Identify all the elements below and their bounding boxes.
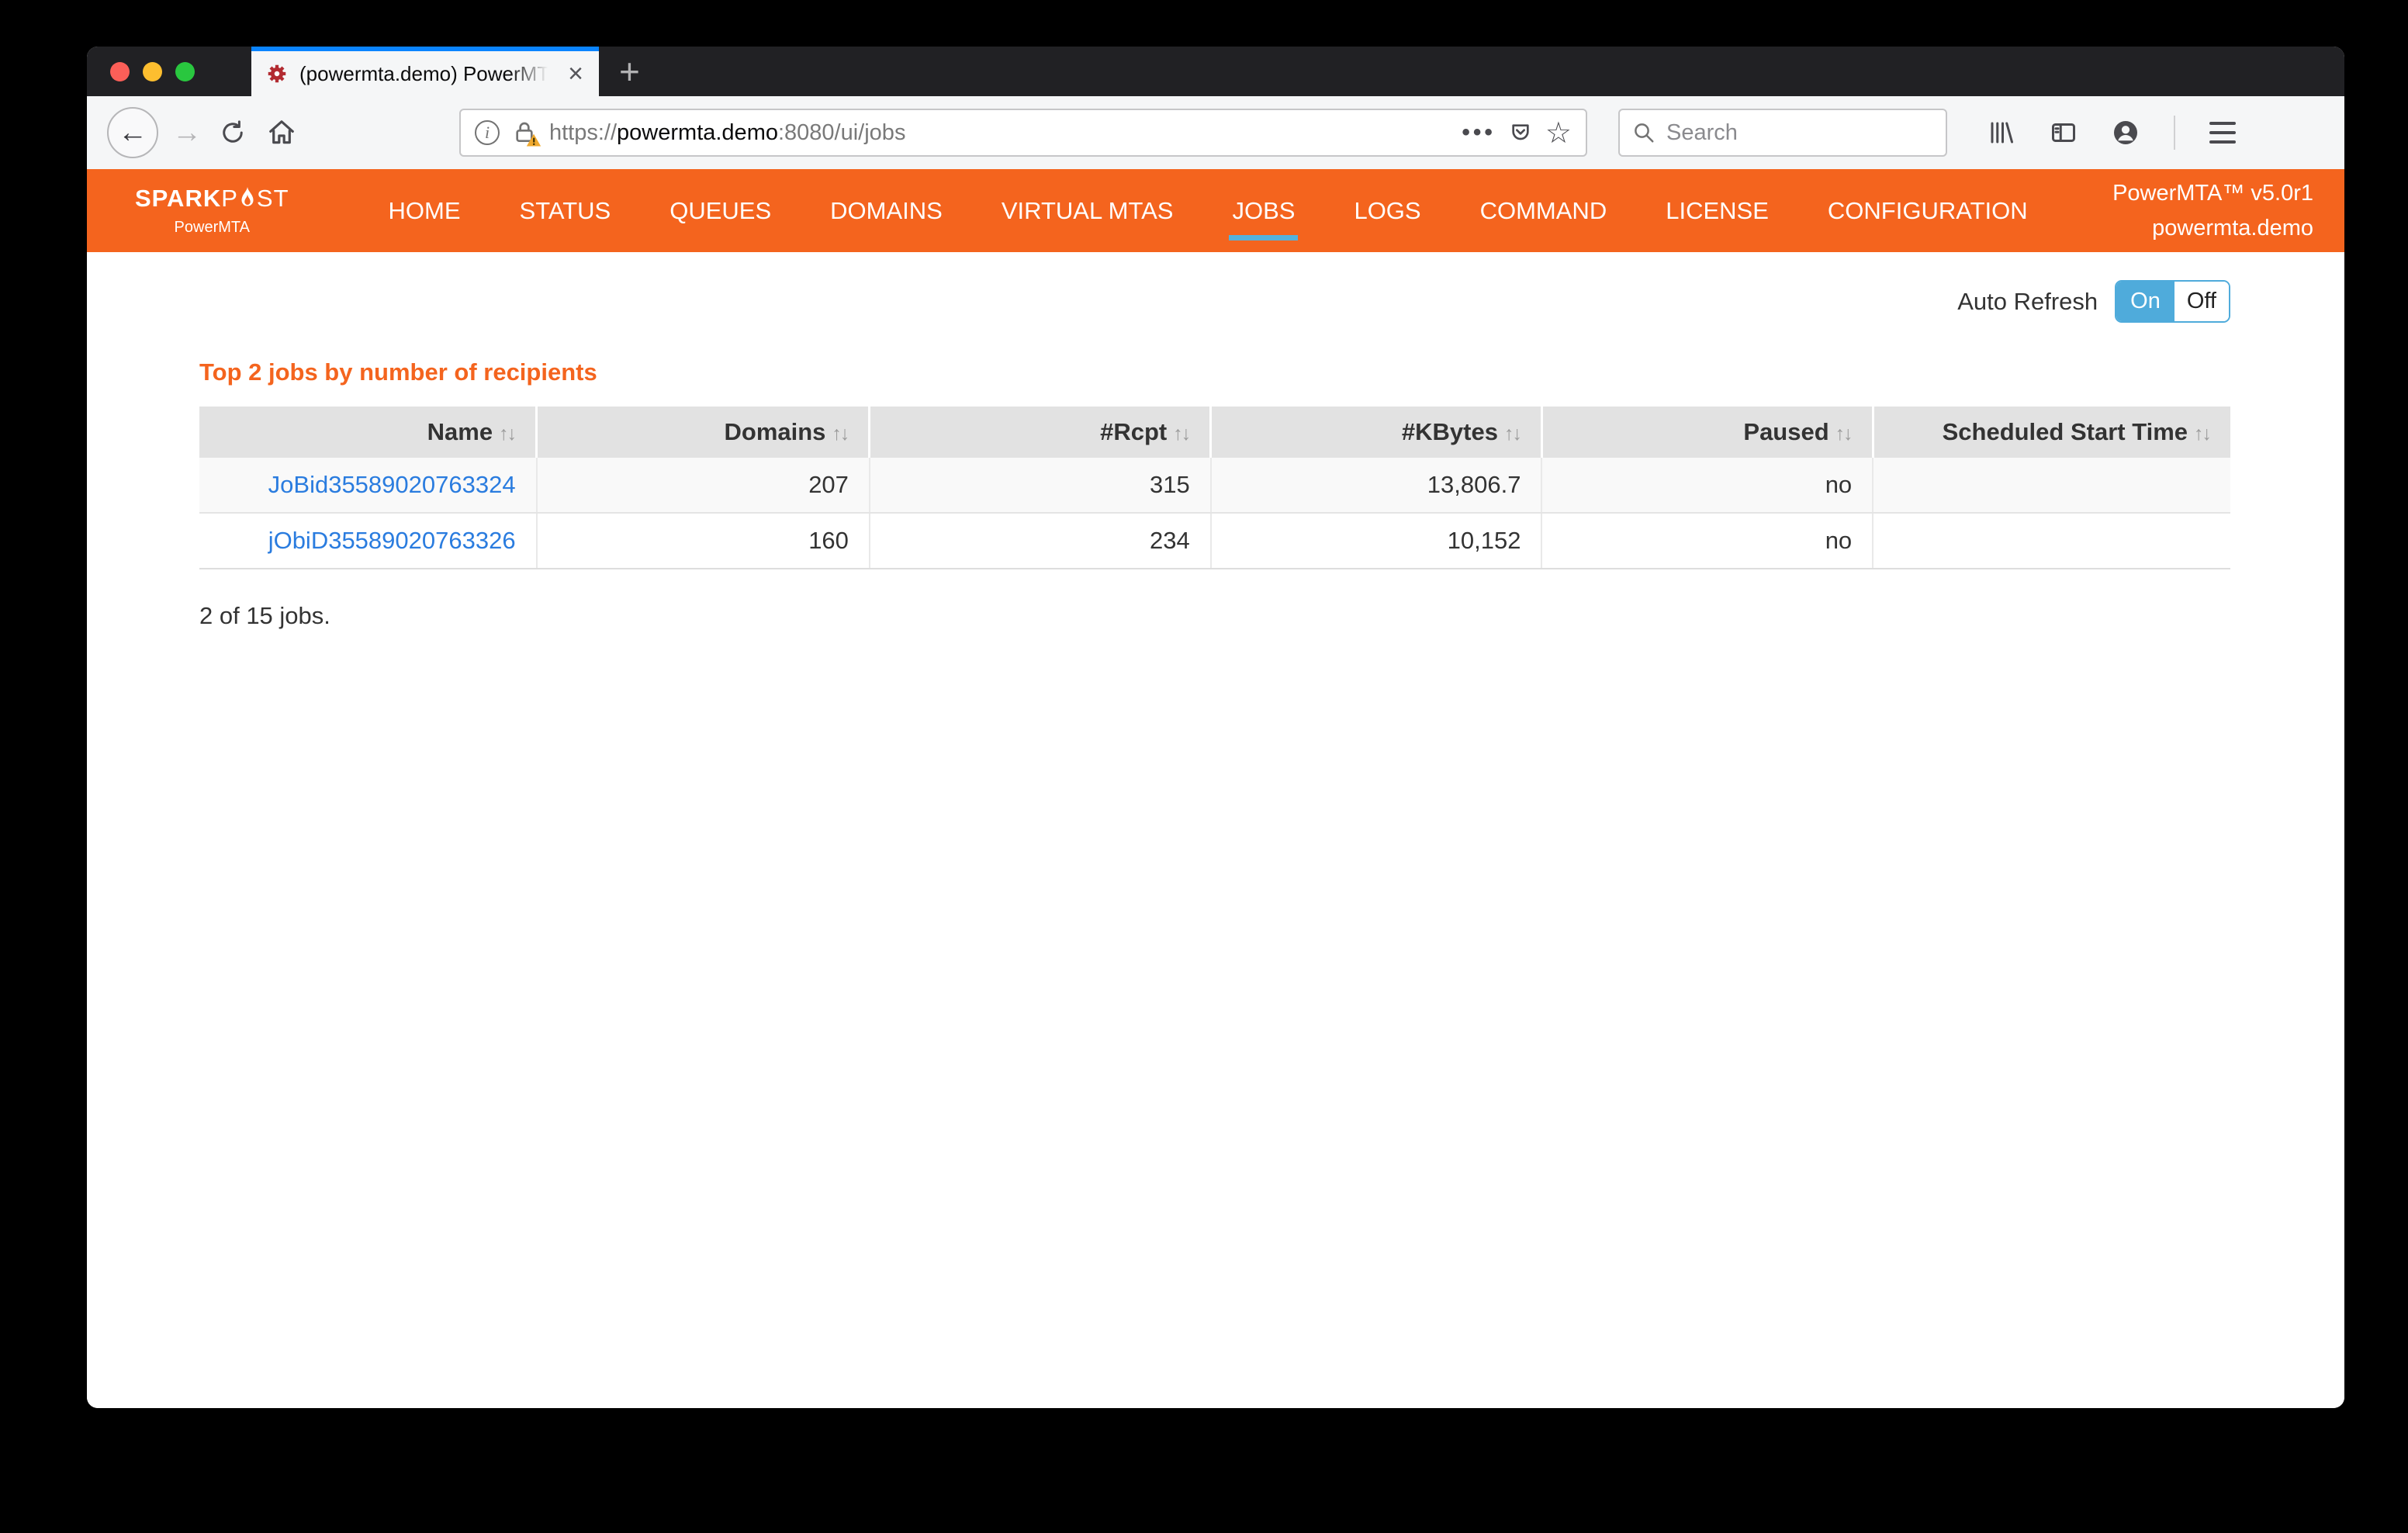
minimize-window-button[interactable] bbox=[143, 62, 162, 81]
job-name-cell: JoBid35589020763324 bbox=[199, 458, 537, 513]
sort-icon[interactable]: ↑↓ bbox=[1173, 423, 1189, 445]
brand-tail: ST bbox=[257, 185, 289, 213]
tab-bar: (powermta.demo) PowerMTA Web × + bbox=[87, 47, 2344, 96]
sort-icon[interactable]: ↑↓ bbox=[832, 423, 848, 445]
url-bar[interactable]: i https://powermta.demo:8080/ui/jobs ••• bbox=[459, 109, 1587, 157]
job-paused-cell: no bbox=[1541, 513, 1873, 569]
sidebar-icon[interactable] bbox=[2050, 119, 2078, 147]
column-header-kbytes[interactable]: #KBytes↑↓ bbox=[1211, 407, 1542, 458]
nav-item-virtual-mtas[interactable]: VIRTUAL MTAS bbox=[1002, 197, 1174, 225]
auto-refresh-off-button[interactable]: Off bbox=[2174, 282, 2229, 321]
url-scheme: https:// bbox=[549, 120, 617, 145]
column-header-paused[interactable]: Paused↑↓ bbox=[1541, 407, 1873, 458]
brand-bold: SPARK bbox=[135, 185, 221, 213]
auto-refresh-toggle: On Off bbox=[2115, 280, 2230, 323]
powermta-favicon-icon bbox=[265, 62, 289, 85]
column-header-scheduled-start-time[interactable]: Scheduled Start Time↑↓ bbox=[1873, 407, 2230, 458]
account-icon[interactable] bbox=[2112, 119, 2140, 147]
nav-item-queues[interactable]: QUEUES bbox=[669, 197, 771, 225]
job-kbytes-cell: 10,152 bbox=[1211, 513, 1542, 569]
page-title: Top 2 jobs by number of recipients bbox=[199, 358, 2230, 386]
search-bar[interactable] bbox=[1618, 109, 1947, 157]
zoom-window-button[interactable] bbox=[175, 62, 195, 81]
url-host: powermta.demo bbox=[617, 120, 778, 145]
window-controls bbox=[87, 47, 251, 96]
page-info-icon[interactable]: i bbox=[475, 120, 500, 145]
browser-toolbar: ← → i bbox=[87, 96, 2344, 169]
job-scheduled-cell bbox=[1873, 513, 2230, 569]
back-button[interactable]: ← bbox=[107, 107, 158, 158]
menu-icon[interactable] bbox=[2209, 122, 2236, 144]
sort-icon[interactable]: ↑↓ bbox=[499, 423, 515, 445]
tab-close-icon[interactable]: × bbox=[566, 61, 585, 87]
table-header-row: Name↑↓ Domains↑↓ #Rcpt↑↓ #KBytes↑↓ Pause… bbox=[199, 407, 2230, 458]
bookmark-star-icon[interactable]: ☆ bbox=[1545, 116, 1572, 151]
job-name-cell: jObiD35589020763326 bbox=[199, 513, 537, 569]
nav-item-command[interactable]: COMMAND bbox=[1480, 197, 1607, 225]
job-domains-cell: 160 bbox=[537, 513, 870, 569]
job-kbytes-cell: 13,806.7 bbox=[1211, 458, 1542, 513]
column-header-name[interactable]: Name↑↓ bbox=[199, 407, 537, 458]
column-header-domains[interactable]: Domains↑↓ bbox=[537, 407, 870, 458]
job-scheduled-cell bbox=[1873, 458, 2230, 513]
library-icon[interactable] bbox=[1988, 119, 2015, 147]
page-actions-icon[interactable]: ••• bbox=[1462, 119, 1496, 146]
url-text[interactable]: https://powermta.demo:8080/ui/jobs bbox=[549, 120, 905, 146]
forward-button[interactable]: → bbox=[172, 116, 202, 150]
app-navbar: SPARKP ST PowerMTA HOME STATUS QUEUES DO… bbox=[87, 169, 2344, 252]
job-domains-cell: 207 bbox=[537, 458, 870, 513]
insecure-lock-icon[interactable] bbox=[512, 120, 537, 145]
nav-item-logs[interactable]: LOGS bbox=[1354, 197, 1420, 225]
nav-item-domains[interactable]: DOMAINS bbox=[830, 197, 943, 225]
tab-title: (powermta.demo) PowerMTA Web bbox=[299, 62, 555, 86]
search-icon bbox=[1632, 121, 1656, 144]
auto-refresh-on-button[interactable]: On bbox=[2116, 282, 2174, 321]
job-paused-cell: no bbox=[1541, 458, 1873, 513]
table-row: jObiD35589020763326 160 234 10,152 no bbox=[199, 513, 2230, 569]
auto-refresh-label: Auto Refresh bbox=[1957, 288, 2098, 316]
browser-window: (powermta.demo) PowerMTA Web × + ← → i bbox=[87, 47, 2344, 1408]
nav-item-status[interactable]: STATUS bbox=[520, 197, 611, 225]
sort-icon[interactable]: ↑↓ bbox=[2194, 423, 2210, 445]
active-tab[interactable]: (powermta.demo) PowerMTA Web × bbox=[251, 47, 599, 96]
nav-item-home[interactable]: HOME bbox=[389, 197, 461, 225]
column-header-rcpt[interactable]: #Rcpt↑↓ bbox=[870, 407, 1211, 458]
jobs-table: Name↑↓ Domains↑↓ #Rcpt↑↓ #KBytes↑↓ Pause… bbox=[199, 407, 2230, 569]
nav-item-license[interactable]: LICENSE bbox=[1666, 197, 1769, 225]
nav-menu: HOME STATUS QUEUES DOMAINS VIRTUAL MTAS … bbox=[389, 197, 2028, 225]
nav-item-jobs[interactable]: JOBS bbox=[1232, 197, 1295, 225]
brand-mid: P bbox=[221, 185, 238, 213]
table-row: JoBid35589020763324 207 315 13,806.7 no bbox=[199, 458, 2230, 513]
jobs-count-text: 2 of 15 jobs. bbox=[199, 602, 2230, 630]
job-link[interactable]: jObiD35589020763326 bbox=[268, 527, 516, 554]
job-rcpt-cell: 315 bbox=[870, 458, 1211, 513]
product-version: PowerMTA™ v5.0r1 bbox=[2112, 176, 2313, 211]
new-tab-button[interactable]: + bbox=[599, 47, 660, 96]
page-content: Auto Refresh On Off Top 2 jobs by number… bbox=[87, 252, 2344, 1408]
sort-icon[interactable]: ↑↓ bbox=[1504, 423, 1521, 445]
url-path: :8080/ui/jobs bbox=[778, 120, 905, 145]
close-window-button[interactable] bbox=[110, 62, 130, 81]
toolbar-right-icons bbox=[1988, 116, 2236, 150]
sort-icon[interactable]: ↑↓ bbox=[1835, 423, 1852, 445]
toolbar-divider bbox=[2174, 116, 2175, 150]
instance-host: powermta.demo bbox=[2112, 211, 2313, 246]
sparkpost-logo[interactable]: SPARKP ST PowerMTA bbox=[135, 185, 289, 237]
instance-info: PowerMTA™ v5.0r1 powermta.demo bbox=[2112, 176, 2313, 246]
flame-icon bbox=[239, 187, 256, 210]
brand-subtitle: PowerMTA bbox=[135, 219, 289, 237]
pocket-icon[interactable] bbox=[1508, 120, 1533, 145]
nav-item-configuration[interactable]: CONFIGURATION bbox=[1828, 197, 2028, 225]
job-rcpt-cell: 234 bbox=[870, 513, 1211, 569]
job-link[interactable]: JoBid35589020763324 bbox=[268, 471, 516, 498]
search-input[interactable] bbox=[1666, 120, 1899, 146]
home-button[interactable] bbox=[267, 118, 296, 147]
reload-button[interactable] bbox=[219, 119, 247, 147]
